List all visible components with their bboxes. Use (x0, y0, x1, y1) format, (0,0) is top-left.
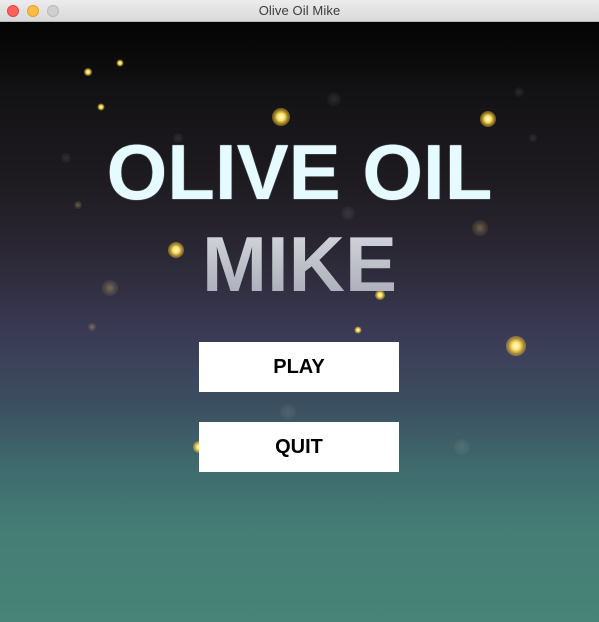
game-title-line-2: MIKE (0, 224, 599, 304)
spark-particle (88, 323, 96, 331)
spark-particle (454, 439, 470, 455)
spark-particle (84, 68, 92, 76)
spark-particle (354, 326, 362, 334)
spark-particle (97, 103, 105, 111)
spark-particle (327, 92, 341, 106)
play-button[interactable]: PLAY (199, 342, 399, 392)
game-title-line-1: OLIVE OIL (106, 128, 493, 216)
window-titlebar[interactable]: Olive Oil Mike (0, 0, 599, 22)
spark-particle (116, 59, 124, 67)
spark-particle (506, 336, 526, 356)
spark-particle (280, 404, 296, 420)
spark-particle (272, 108, 290, 126)
spark-particle (514, 87, 524, 97)
quit-button[interactable]: QUIT (199, 422, 399, 472)
app-window: Olive Oil Mike OLIVE OIL MIKE PLAY QUIT (0, 0, 599, 622)
game-canvas: OLIVE OIL MIKE PLAY QUIT (0, 22, 599, 622)
window-title: Olive Oil Mike (258, 3, 341, 18)
spark-particle (480, 111, 496, 127)
